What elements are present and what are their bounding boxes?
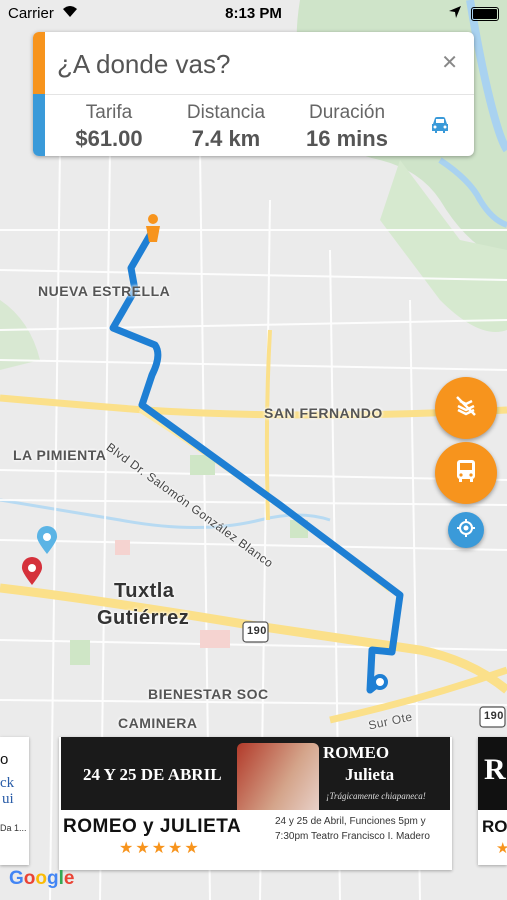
ad-title: ROMEO y JULIETA — [63, 816, 242, 837]
map-label-caminera: CAMINERA — [118, 715, 198, 731]
destination-search[interactable]: ¿A donde vas? ✕ — [33, 32, 474, 95]
ad-next-line2: RO — [482, 817, 507, 836]
route-off-icon — [452, 392, 480, 425]
duration-value: 16 mins — [306, 126, 388, 151]
fare-value: $61.00 — [75, 126, 143, 151]
map-label-city-1: Tuxtla — [114, 580, 175, 602]
distance-stat: Distancia 7.4 km — [181, 102, 271, 152]
bus-icon — [452, 457, 480, 490]
ad-prev-line1: o — [0, 751, 9, 768]
ad-next-line1: R — [484, 753, 506, 786]
bus-button[interactable] — [435, 442, 497, 504]
map-label-la-pimienta: LA PIMIENTA — [13, 447, 107, 463]
destination-marker — [372, 674, 388, 690]
ad-card-romeo-julieta[interactable]: 24 Y 25 DE ABRIL ROMEO Julieta ¡Trágicam… — [59, 737, 452, 870]
ad-banner-photo — [237, 743, 319, 810]
ad-card-next[interactable]: R RO ★ — [478, 737, 507, 865]
duration-label: Duración — [308, 102, 386, 123]
distance-label: Distancia — [186, 102, 266, 123]
ad-prev-line3: ui — [2, 791, 14, 807]
clock: 8:13 PM — [225, 5, 282, 22]
ad-banner-date: 24 Y 25 DE ABRIL — [83, 765, 222, 784]
fare-stat: Tarifa $61.00 — [69, 102, 149, 152]
my-location-icon — [456, 518, 476, 543]
ad-banner-title-1: ROMEO — [323, 743, 390, 762]
map-label-san-fernando: SAN FERNANDO — [264, 405, 383, 421]
car-icon[interactable] — [430, 116, 450, 139]
battery-icon — [471, 7, 499, 21]
highway-shield-190-east: 190 — [484, 710, 504, 722]
origin-stripe — [33, 32, 45, 94]
map-label-bienestar: BIENESTAR SOC — [148, 686, 269, 702]
status-bar: Carrier 8:13 PM — [0, 0, 507, 28]
location-arrow-icon — [449, 6, 461, 21]
trip-stripe — [33, 94, 45, 156]
map-label-nueva-estrella: NUEVA ESTRELLA — [38, 283, 171, 299]
map-label-city-2: Gutiérrez — [97, 607, 190, 629]
ad-prev-line4: Da 1... — [0, 823, 27, 833]
ad-banner-tagline: ¡Trágicamente chiapaneca! — [326, 791, 426, 801]
trip-card: ¿A donde vas? ✕ Tarifa $61.00 Distancia … — [33, 32, 474, 156]
duration-stat: Duración 16 mins — [301, 102, 393, 152]
google-logo: Google — [9, 868, 75, 889]
ad-banner-title-2: Julieta — [345, 765, 395, 784]
my-location-button[interactable] — [448, 512, 484, 548]
ad-card-previous[interactable]: o ck ui Da 1... — [0, 737, 29, 865]
ad-description: 24 y 25 de Abril, Funciones 5pm y 7:30pm… — [275, 816, 430, 842]
highway-shield-190: 190 — [247, 625, 267, 637]
ad-banner-image: 24 Y 25 DE ABRIL ROMEO Julieta ¡Trágicam… — [61, 737, 450, 810]
ad-rating-stars: ★★★★★ — [119, 840, 201, 857]
fare-label: Tarifa — [85, 102, 133, 123]
distance-value: 7.4 km — [191, 126, 261, 151]
ad-prev-line2: ck — [0, 775, 15, 791]
ad-next-stars: ★ — [496, 840, 507, 857]
destination-input[interactable]: ¿A donde vas? — [57, 49, 230, 80]
route-off-button[interactable] — [435, 377, 497, 439]
close-icon[interactable]: ✕ — [441, 50, 458, 75]
